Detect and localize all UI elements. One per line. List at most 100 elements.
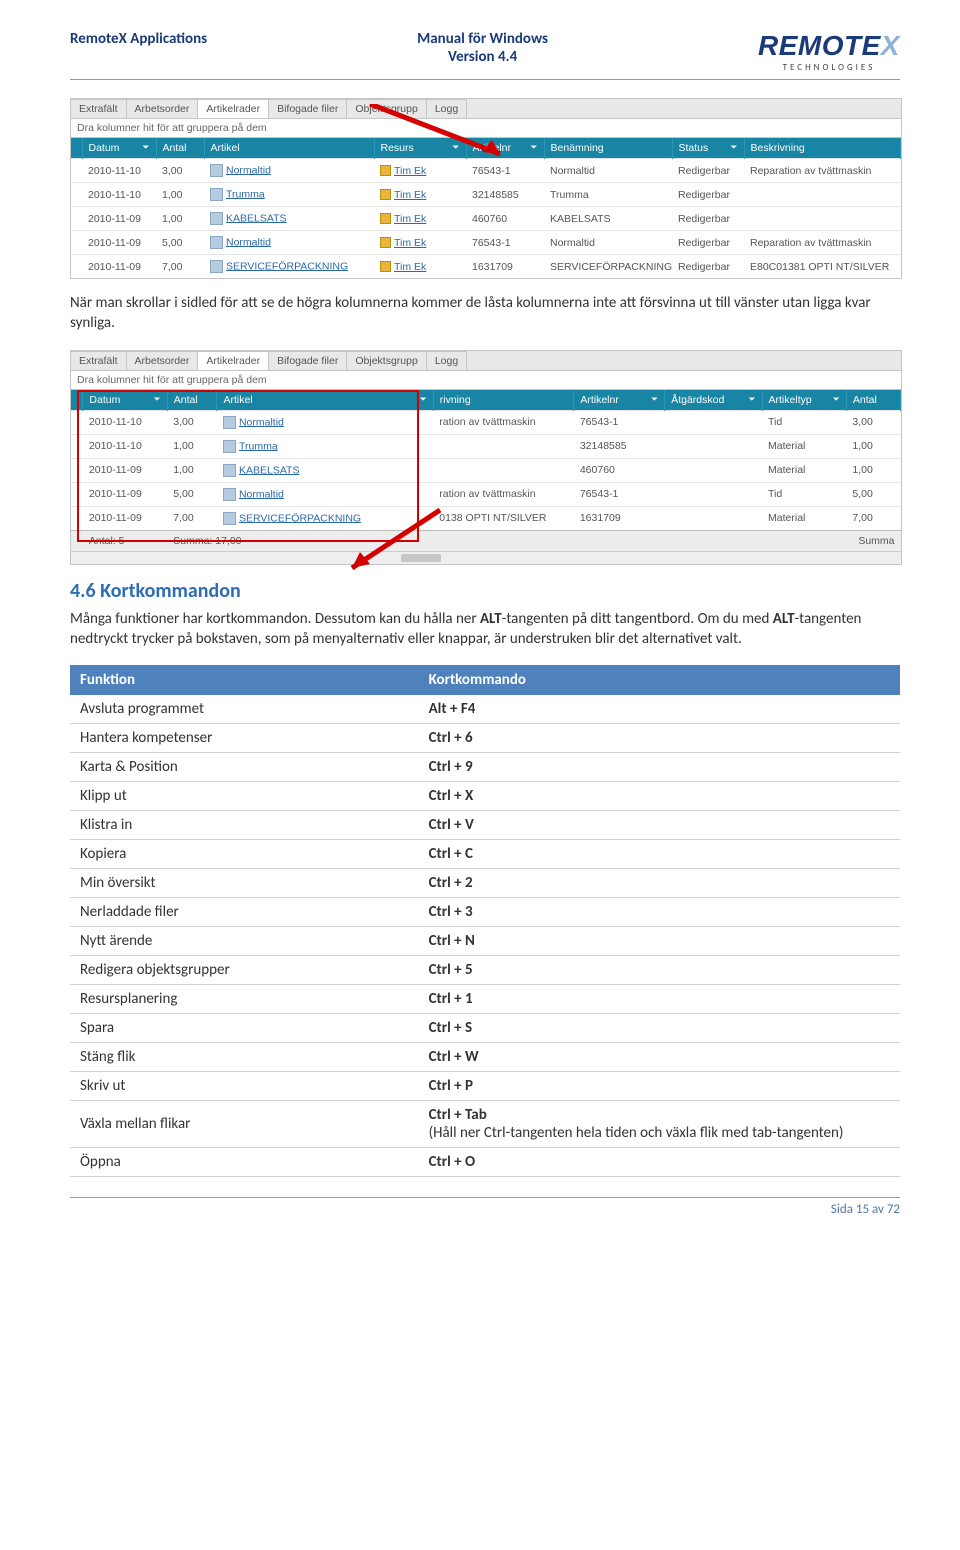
table-row[interactable]: 2010-11-097,00SERVICEFÖRPACKNINGTim Ek16… [71, 255, 901, 279]
person-icon [380, 261, 391, 272]
col-rivning[interactable]: rivning [433, 390, 574, 411]
section-heading: 4.6 Kortkommandon [70, 579, 900, 603]
shortcut-funktion: Öppna [70, 1148, 419, 1177]
tab-bifogade filer[interactable]: Bifogade filer [269, 351, 347, 370]
horizontal-scrollbar[interactable] [71, 551, 901, 564]
table-row[interactable]: 2010-11-101,00Trumma32148585Material1,00 [71, 434, 901, 458]
shortcut-row: Avsluta programmetAlt + F4 [70, 695, 900, 724]
footer-count: Antal: 5 [83, 530, 167, 551]
shortcut-kortkommando: Ctrl + X [419, 782, 900, 811]
col-resurs[interactable]: Resurs⏷ [374, 138, 466, 159]
grid-2: Datum⏷AntalArtikel⏷rivningArtikelnr⏷Åtgä… [71, 390, 901, 551]
file-icon [210, 236, 223, 249]
shortcut-kortkommando: Ctrl + 2 [419, 869, 900, 898]
shortcut-funktion: Resursplanering [70, 985, 419, 1014]
shortcut-head-funktion: Funktion [70, 665, 419, 695]
file-icon [210, 260, 223, 273]
shortcut-kortkommando: Ctrl + V [419, 811, 900, 840]
shortcut-row: Hantera kompetenserCtrl + 6 [70, 724, 900, 753]
shortcut-funktion: Redigera objektsgrupper [70, 956, 419, 985]
shortcut-funktion: Spara [70, 1014, 419, 1043]
group-row-2[interactable]: Dra kolumner hit för att gruppera på dem [71, 371, 901, 390]
col-beskrivning[interactable]: Beskrivning [744, 138, 901, 159]
col-antal[interactable]: Antal [167, 390, 217, 411]
file-icon [210, 212, 223, 225]
tab-artikelrader[interactable]: Artikelrader [198, 351, 269, 370]
shortcut-row: Nerladdade filerCtrl + 3 [70, 898, 900, 927]
tab-objektsgrupp[interactable]: Objektsgrupp [347, 351, 426, 370]
table-row[interactable]: 2010-11-095,00NormaltidTim Ek76543-1Norm… [71, 231, 901, 255]
header-center: Manual för Windows Version 4.4 [417, 30, 548, 66]
tab-extrafält[interactable]: Extrafält [71, 351, 127, 370]
col-status[interactable]: Status⏷ [672, 138, 744, 159]
tab-extrafält[interactable]: Extrafält [71, 99, 127, 118]
tab-logg[interactable]: Logg [427, 99, 467, 118]
shortcut-row: Min översiktCtrl + 2 [70, 869, 900, 898]
shortcut-kortkommando: Ctrl + Tab(Håll ner Ctrl-tangenten hela … [419, 1101, 900, 1148]
tab-artikelrader[interactable]: Artikelrader [198, 99, 269, 118]
paragraph-2: Många funktioner har kortkommandon. Dess… [70, 609, 900, 650]
table-row[interactable]: 2010-11-091,00KABELSATSTim Ek460760KABEL… [71, 207, 901, 231]
col-datum[interactable]: Datum⏷ [83, 390, 167, 411]
col-datum[interactable]: Datum⏷ [82, 138, 156, 159]
shortcut-row: Klipp utCtrl + X [70, 782, 900, 811]
shortcut-row: ResursplaneringCtrl + 1 [70, 985, 900, 1014]
shortcut-funktion: Klipp ut [70, 782, 419, 811]
table-row[interactable]: 2010-11-097,00SERVICEFÖRPACKNING0138 OPT… [71, 506, 901, 530]
shortcut-funktion: Klistra in [70, 811, 419, 840]
col-artikelnr[interactable]: Artikelnr⏷ [466, 138, 544, 159]
col-benämning[interactable]: Benämning [544, 138, 672, 159]
tab-arbetsorder[interactable]: Arbetsorder [127, 99, 199, 118]
tab-bifogade filer[interactable]: Bifogade filer [269, 99, 347, 118]
logo: REMOTEX TECHNOLOGIES [758, 30, 900, 73]
grid-spacer [71, 138, 82, 159]
shortcut-kortkommando: Ctrl + 6 [419, 724, 900, 753]
file-icon [210, 164, 223, 177]
shortcut-funktion: Skriv ut [70, 1072, 419, 1101]
shortcut-kortkommando: Ctrl + 3 [419, 898, 900, 927]
logo-text: REMOTE [758, 30, 881, 61]
col-artikel[interactable]: Artikel⏷ [217, 390, 433, 411]
person-icon [380, 189, 391, 200]
col-antal[interactable]: Antal [846, 390, 900, 411]
shortcut-funktion: Karta & Position [70, 753, 419, 782]
file-icon [223, 416, 236, 429]
scrollbar-thumb[interactable] [401, 554, 441, 562]
tab-logg[interactable]: Logg [427, 351, 467, 370]
file-icon [223, 488, 236, 501]
col-artikelnr[interactable]: Artikelnr⏷ [574, 390, 665, 411]
shortcut-funktion: Kopiera [70, 840, 419, 869]
header-title: Manual för Windows [417, 30, 548, 48]
shortcut-row: Växla mellan flikarCtrl + Tab(Håll ner C… [70, 1101, 900, 1148]
col-antal[interactable]: Antal [156, 138, 204, 159]
col-åtgärdskod[interactable]: Åtgärdskod⏷ [665, 390, 762, 411]
screenshot-2: ExtrafältArbetsorderArtikelraderBifogade… [70, 350, 900, 565]
shortcut-head-kortkommando: Kortkommando [419, 665, 900, 695]
tab-objektsgrupp[interactable]: Objektsgrupp [347, 99, 426, 118]
page-header: RemoteX Applications Manual för Windows … [70, 30, 900, 73]
page-number: Sida 15 av 72 [70, 1202, 900, 1217]
shortcut-kortkommando: Ctrl + O [419, 1148, 900, 1177]
shortcut-row: Klistra inCtrl + V [70, 811, 900, 840]
table-row[interactable]: 2010-11-103,00Normaltidration av tvättma… [71, 410, 901, 434]
logo-suffix: X [881, 30, 900, 61]
tabs-1[interactable]: ExtrafältArbetsorderArtikelraderBifogade… [71, 99, 901, 119]
person-icon [380, 237, 391, 248]
person-icon [380, 213, 391, 224]
table-row[interactable]: 2010-11-101,00TrummaTim Ek32148585Trumma… [71, 183, 901, 207]
table-row[interactable]: 2010-11-095,00Normaltidration av tvättma… [71, 482, 901, 506]
table-row[interactable]: 2010-11-091,00KABELSATS460760Material1,0… [71, 458, 901, 482]
col-artikeltyp[interactable]: Artikeltyp⏷ [762, 390, 846, 411]
table-row[interactable]: 2010-11-103,00NormaltidTim Ek76543-1Norm… [71, 159, 901, 183]
file-icon [223, 464, 236, 477]
screenshot-1: ExtrafältArbetsorderArtikelraderBifogade… [70, 98, 900, 279]
shortcut-row: Karta & PositionCtrl + 9 [70, 753, 900, 782]
shortcut-kortkommando: Ctrl + C [419, 840, 900, 869]
header-separator [70, 79, 900, 80]
tab-arbetsorder[interactable]: Arbetsorder [127, 351, 199, 370]
tabs-2[interactable]: ExtrafältArbetsorderArtikelraderBifogade… [71, 351, 901, 371]
shortcut-funktion: Växla mellan flikar [70, 1101, 419, 1148]
group-row-1[interactable]: Dra kolumner hit för att gruppera på dem [71, 119, 901, 138]
col-artikel[interactable]: Artikel [204, 138, 374, 159]
shortcut-funktion: Min översikt [70, 869, 419, 898]
